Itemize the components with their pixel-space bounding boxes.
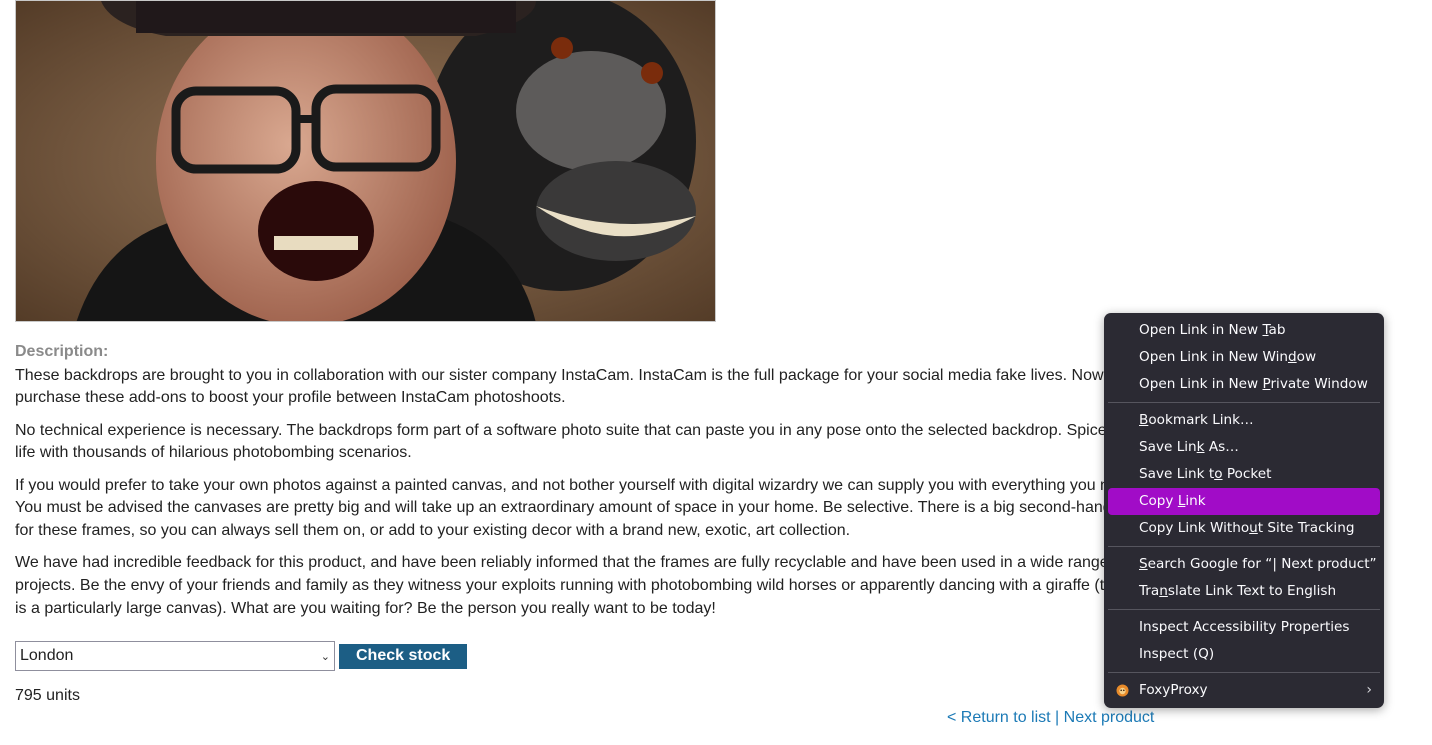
store-select-value: London bbox=[20, 647, 74, 664]
nav-separator: | bbox=[1050, 709, 1064, 726]
menu-item-save-link-as[interactable]: Save Link As… bbox=[1108, 434, 1380, 461]
description-paragraph: If you would prefer to take your own pho… bbox=[15, 476, 1165, 539]
menu-item-inspect-accessibility[interactable]: Inspect Accessibility Properties bbox=[1108, 614, 1380, 641]
return-to-list-link[interactable]: < Return to list bbox=[947, 709, 1051, 726]
product-description: Description: These backdrops are brought… bbox=[15, 341, 1165, 630]
description-heading: Description: bbox=[15, 343, 109, 360]
menu-item-copy-link-without-tracking[interactable]: Copy Link Without Site Tracking bbox=[1108, 515, 1380, 542]
menu-item-copy-link[interactable]: Copy Link bbox=[1108, 488, 1380, 515]
check-stock-button[interactable]: Check stock bbox=[339, 643, 468, 669]
context-menu: Open Link in New Tab Open Link in New Wi… bbox=[1104, 313, 1384, 708]
menu-separator bbox=[1108, 402, 1380, 403]
description-paragraph: These backdrops are brought to you in co… bbox=[15, 366, 1165, 407]
chevron-right-icon: › bbox=[1366, 682, 1372, 698]
menu-item-open-new-tab[interactable]: Open Link in New Tab bbox=[1108, 317, 1380, 344]
description-paragraph: We have had incredible feedback for this… bbox=[15, 554, 1158, 617]
menu-separator bbox=[1108, 546, 1380, 547]
description-paragraph: No technical experience is necessary. Th… bbox=[15, 421, 1165, 462]
menu-item-translate-link-text[interactable]: Translate Link Text to English bbox=[1108, 578, 1380, 605]
store-select[interactable]: London ⌄ bbox=[15, 641, 335, 671]
menu-separator bbox=[1108, 609, 1380, 610]
menu-item-open-new-window[interactable]: Open Link in New Window bbox=[1108, 344, 1380, 371]
product-photo bbox=[16, 1, 715, 321]
stock-result: 795 units bbox=[15, 687, 80, 704]
menu-item-foxyproxy[interactable]: FoxyProxy › bbox=[1108, 677, 1380, 704]
menu-item-open-private-window[interactable]: Open Link in New Private Window bbox=[1108, 371, 1380, 398]
foxyproxy-icon bbox=[1116, 684, 1129, 697]
chevron-down-icon: ⌄ bbox=[320, 650, 330, 663]
menu-item-inspect[interactable]: Inspect (Q) bbox=[1108, 641, 1380, 668]
next-product-link[interactable]: Next product bbox=[1064, 709, 1155, 726]
product-image bbox=[15, 0, 716, 322]
foxyproxy-label: FoxyProxy bbox=[1139, 682, 1208, 698]
menu-item-search-google[interactable]: Search Google for “| Next product” bbox=[1108, 551, 1380, 578]
menu-item-bookmark-link[interactable]: Bookmark Link… bbox=[1108, 407, 1380, 434]
menu-item-save-to-pocket[interactable]: Save Link to Pocket bbox=[1108, 461, 1380, 488]
product-navigation: < Return to list | Next product bbox=[947, 709, 1154, 727]
menu-separator bbox=[1108, 672, 1380, 673]
stock-check-form: London ⌄ Check stock bbox=[15, 641, 468, 671]
